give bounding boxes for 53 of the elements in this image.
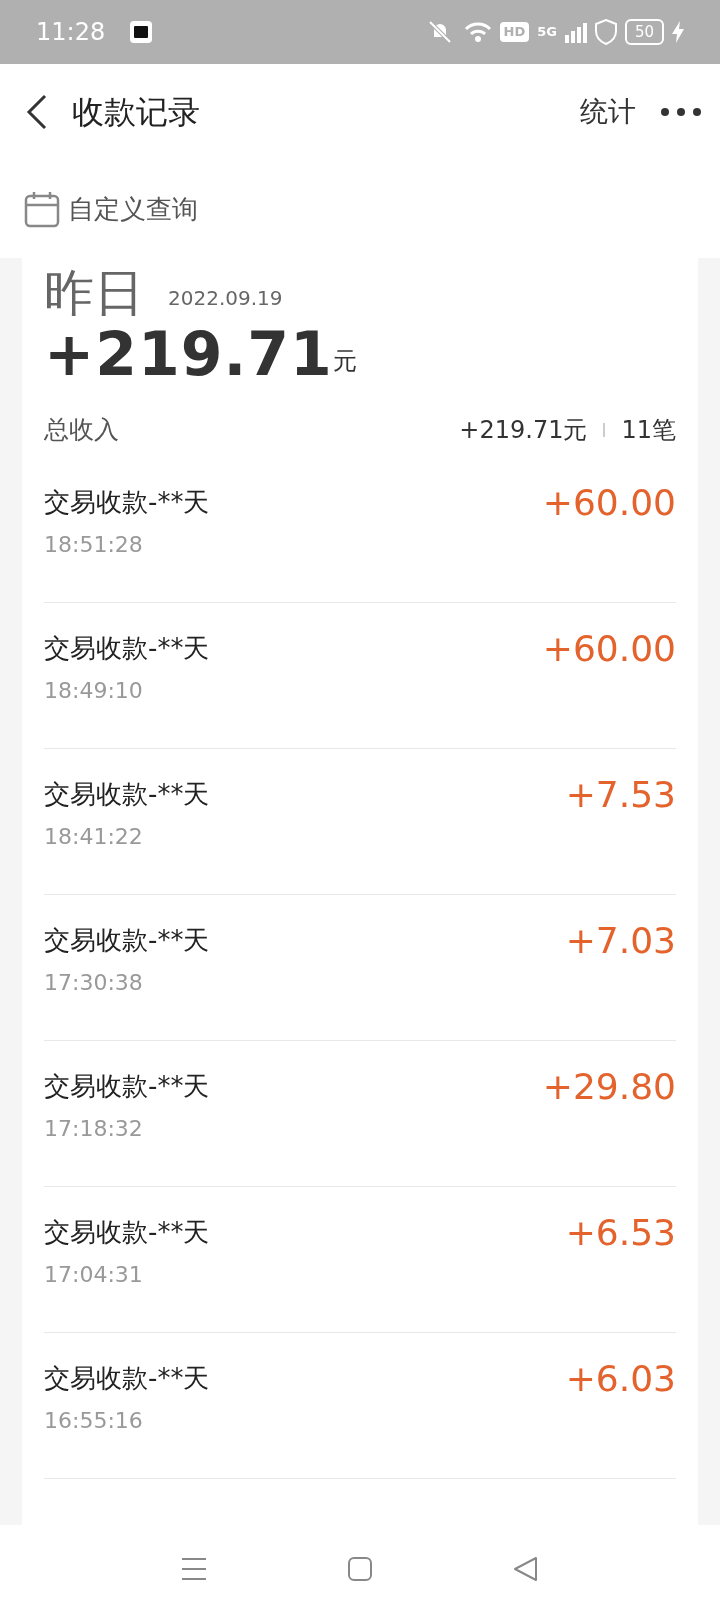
- record-amount: +6.03: [565, 1358, 676, 1399]
- shield-icon: [594, 19, 617, 45]
- charging-icon: [672, 21, 684, 43]
- record-time: 18:51:28: [44, 530, 144, 559]
- statistics-link[interactable]: 统计: [580, 91, 636, 133]
- record-amount: +60.00: [542, 628, 676, 669]
- income-total: +219.71元: [459, 414, 588, 446]
- home-icon[interactable]: [347, 1555, 373, 1582]
- record-title: 交易收款-**天: [44, 923, 210, 957]
- battery-level: 50: [624, 18, 664, 46]
- income-label: 总收入: [44, 414, 119, 446]
- record-count: 11笔: [621, 414, 676, 446]
- record-time: 17:18:32: [44, 1114, 144, 1143]
- record-row[interactable]: 交易收款-**天 16:55:16 +6.03: [44, 1332, 676, 1479]
- menu-icon[interactable]: [181, 1556, 207, 1581]
- app-icon: [129, 20, 154, 44]
- record-amount: +29.80: [542, 1066, 676, 1107]
- back-nav-icon[interactable]: [513, 1555, 539, 1582]
- calendar-icon[interactable]: [24, 190, 60, 228]
- record-title: 交易收款-**天: [44, 631, 210, 665]
- back-icon[interactable]: [26, 94, 48, 130]
- record-time: 18:49:10: [44, 676, 144, 705]
- record-title: 交易收款-**天: [44, 1215, 210, 1249]
- signal-icon: [564, 21, 587, 43]
- network-type: 5G: [537, 23, 557, 42]
- wifi-icon: [463, 20, 492, 44]
- record-row[interactable]: 交易收款-**天 18:49:10 +60.00: [44, 602, 676, 749]
- record-amount: +7.53: [565, 774, 676, 815]
- status-time: 11:28: [36, 17, 106, 48]
- page-title: 收款记录: [72, 92, 200, 133]
- total-amount: +219.71: [44, 321, 333, 387]
- record-amount: +7.03: [565, 920, 676, 961]
- currency-unit: 元: [332, 346, 357, 377]
- day-label: 昨日: [44, 266, 144, 321]
- more-icon[interactable]: [660, 107, 702, 117]
- record-row[interactable]: 交易收款-**天 17:30:38 +7.03: [44, 894, 676, 1041]
- record-time: 16:55:16: [44, 1406, 144, 1435]
- record-time: 17:30:38: [44, 968, 144, 997]
- record-time: 18:41:22: [44, 822, 144, 851]
- record-row[interactable]: 交易收款-**天 18:41:22 +7.53: [44, 748, 676, 895]
- record-time: 17:04:31: [44, 1260, 144, 1289]
- hd-indicator: HD: [499, 22, 530, 42]
- record-row[interactable]: 交易收款-**天 17:18:32 +29.80: [44, 1040, 676, 1187]
- custom-query-link[interactable]: 自定义查询: [68, 189, 198, 229]
- record-row[interactable]: 交易收款-**天 17:04:31 +6.53: [44, 1186, 676, 1333]
- record-title: 交易收款-**天: [44, 1361, 210, 1395]
- record-title: 交易收款-**天: [44, 1069, 210, 1103]
- record-title: 交易收款-**天: [44, 777, 210, 811]
- record-amount: +6.53: [565, 1212, 676, 1253]
- record-row[interactable]: 交易收款-**天 18:51:28 +60.00: [44, 456, 676, 603]
- record-amount: +60.00: [542, 482, 676, 523]
- date-label: 2022.09.19: [168, 285, 283, 312]
- record-title: 交易收款-**天: [44, 485, 210, 519]
